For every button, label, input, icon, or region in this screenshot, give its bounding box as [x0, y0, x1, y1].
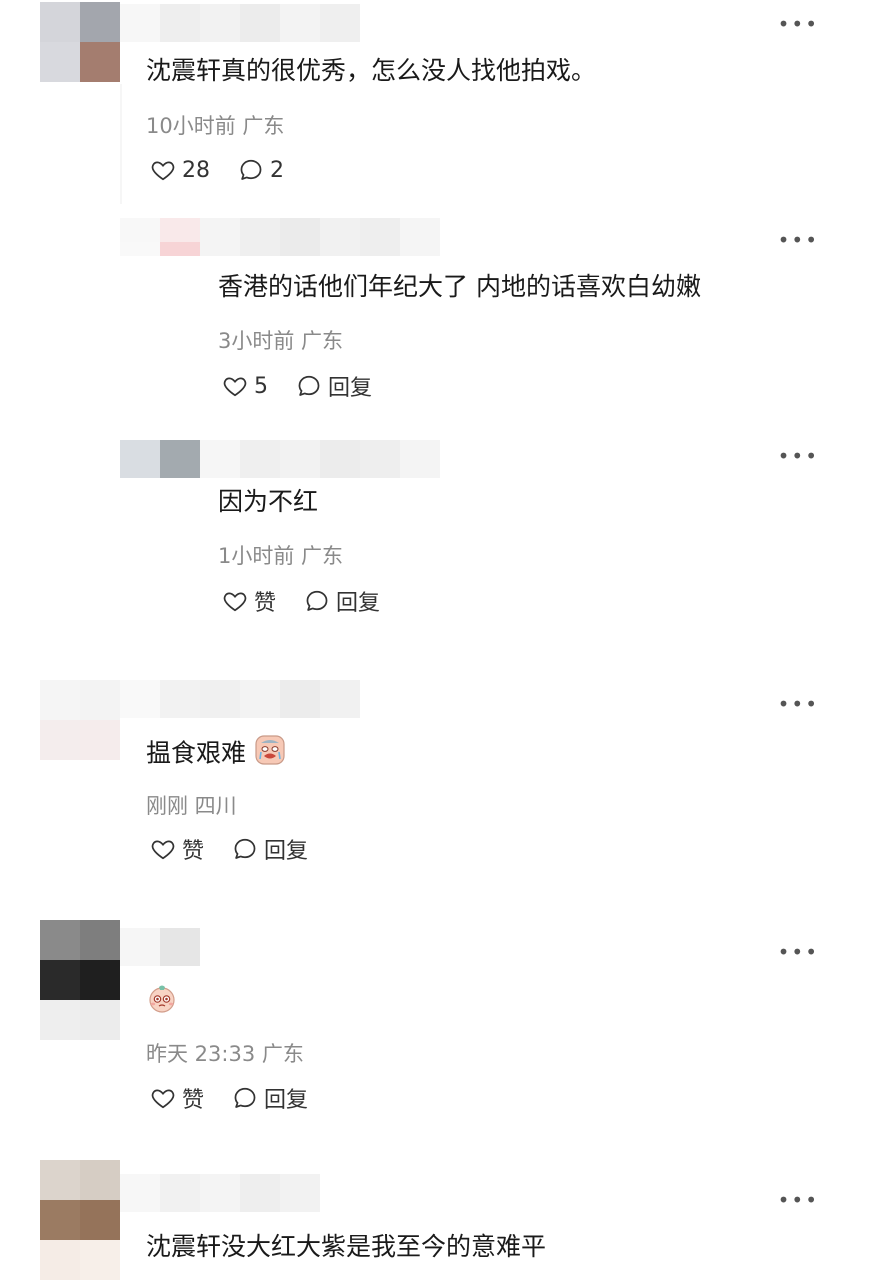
- avatar[interactable]: [40, 920, 120, 1040]
- comment-meta: 刚刚 四川: [146, 794, 237, 818]
- heart-icon: [151, 1089, 175, 1109]
- heart-icon: [223, 377, 247, 397]
- comment-text: 沈震轩真的很优秀，怎么没人找他拍戏。: [146, 56, 597, 85]
- more-options-icon[interactable]: •••: [778, 942, 819, 962]
- like-button[interactable]: 28: [150, 157, 210, 183]
- comment-meta: 10小时前 广东: [146, 114, 285, 138]
- comment-bubble-icon: [298, 375, 320, 396]
- like-button[interactable]: 5: [222, 373, 268, 399]
- comment-text: 揾食艰难: [146, 734, 286, 775]
- reply-actions: 5 回复: [222, 370, 400, 402]
- reply-button[interactable]: 2: [238, 157, 284, 183]
- comment-bubble-icon: [306, 590, 328, 611]
- reply-label: 回复: [264, 1088, 309, 1113]
- like-count: 5: [254, 373, 268, 399]
- more-options-icon[interactable]: •••: [778, 694, 819, 714]
- more-options-icon[interactable]: •••: [778, 1190, 819, 1210]
- crying-face-sticker-icon: [254, 734, 286, 775]
- comment-text: [146, 982, 178, 1023]
- like-count: 28: [182, 157, 210, 183]
- heart-icon: [151, 161, 175, 181]
- more-options-icon[interactable]: •••: [778, 14, 819, 34]
- reply-actions: 赞 回复: [222, 585, 408, 617]
- comment-text-content: 揾食艰难: [146, 738, 247, 768]
- like-button[interactable]: 赞: [150, 833, 204, 865]
- reply-button[interactable]: 回复: [232, 833, 308, 865]
- reply-count: 2: [270, 157, 284, 183]
- avatar[interactable]: [40, 2, 120, 82]
- avatar[interactable]: [120, 218, 200, 262]
- reply-label: 回复: [264, 839, 309, 864]
- comment-bubble-icon: [234, 1087, 256, 1108]
- comment-actions: 赞 回复: [150, 833, 336, 865]
- reply-label: 回复: [336, 591, 381, 616]
- like-button[interactable]: 赞: [222, 585, 276, 617]
- reply-text: 因为不红: [218, 487, 319, 516]
- pleading-face-sticker-icon: [146, 982, 178, 1023]
- comment-bubble-icon: [240, 159, 262, 180]
- heart-icon: [223, 592, 247, 612]
- reply-meta: 1小时前 广东: [218, 544, 344, 568]
- more-options-icon[interactable]: •••: [778, 230, 819, 250]
- reply-button[interactable]: 回复: [296, 370, 372, 402]
- comment-bubble-icon: [234, 838, 256, 859]
- reply-meta: 3小时前 广东: [218, 329, 344, 353]
- reply-label: 回复: [328, 376, 373, 401]
- comment-text: 沈震轩没大红大紫是我至今的意难平: [146, 1232, 547, 1261]
- avatar[interactable]: [40, 1160, 120, 1281]
- reply-button[interactable]: 回复: [232, 1082, 308, 1114]
- more-options-icon[interactable]: •••: [778, 446, 819, 466]
- like-label: 赞: [182, 1088, 205, 1113]
- like-label: 赞: [182, 839, 205, 864]
- comment-meta: 昨天 23:33 广东: [146, 1042, 304, 1066]
- avatar[interactable]: [120, 440, 200, 478]
- comment-actions: 28 2: [150, 154, 312, 186]
- like-button[interactable]: 赞: [150, 1082, 204, 1114]
- avatar[interactable]: [40, 680, 120, 760]
- reply-button[interactable]: 回复: [304, 585, 380, 617]
- reply-text: 香港的话他们年纪大了 内地的话喜欢白幼嫩: [218, 272, 701, 301]
- divider: [120, 84, 122, 204]
- like-label: 赞: [254, 591, 277, 616]
- comment-actions: 赞 回复: [150, 1082, 336, 1114]
- heart-icon: [151, 840, 175, 860]
